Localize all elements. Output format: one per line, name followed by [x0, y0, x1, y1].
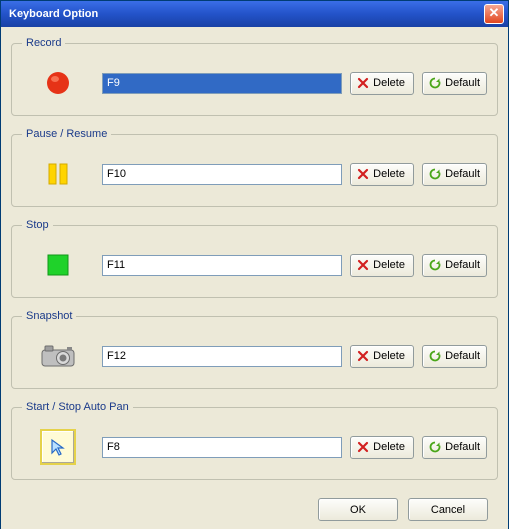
icon-cell	[22, 247, 94, 283]
pause-delete-button[interactable]: Delete	[350, 163, 414, 186]
stop-delete-button[interactable]: Delete	[350, 254, 414, 277]
group-autopan: Start / Stop Auto Pan Delete Default	[11, 401, 498, 480]
group-snapshot-legend: Snapshot	[22, 310, 76, 322]
delete-x-icon	[357, 350, 369, 362]
btn-label: Delete	[373, 441, 405, 453]
delete-x-icon	[357, 168, 369, 180]
icon-cell	[22, 65, 94, 101]
group-record-legend: Record	[22, 37, 65, 49]
btn-label: Delete	[373, 168, 405, 180]
record-hotkey-input[interactable]	[102, 73, 342, 94]
dialog-client: Record Delete Default Pause / Resume	[1, 27, 508, 529]
btn-label: Delete	[373, 259, 405, 271]
refresh-icon	[429, 168, 441, 180]
group-record: Record Delete Default	[11, 37, 498, 116]
icon-cell	[22, 338, 94, 374]
pause-hotkey-input[interactable]	[102, 164, 342, 185]
group-pause-legend: Pause / Resume	[22, 128, 111, 140]
close-button[interactable]: ✕	[484, 4, 504, 24]
btn-label: Default	[445, 350, 480, 362]
btn-label: Default	[445, 441, 480, 453]
stop-icon	[40, 247, 76, 283]
refresh-icon	[429, 77, 441, 89]
camera-icon	[40, 338, 76, 374]
icon-cell	[22, 156, 94, 192]
pause-default-button[interactable]: Default	[422, 163, 487, 186]
btn-label: Delete	[373, 77, 405, 89]
group-pause: Pause / Resume Delete Default	[11, 128, 498, 207]
row-record: Delete Default	[22, 65, 487, 101]
snapshot-delete-button[interactable]: Delete	[350, 345, 414, 368]
btn-label: Delete	[373, 350, 405, 362]
refresh-icon	[429, 259, 441, 271]
cancel-button[interactable]: Cancel	[408, 498, 488, 521]
icon-cell	[22, 429, 94, 465]
row-stop: Delete Default	[22, 247, 487, 283]
stop-default-button[interactable]: Default	[422, 254, 487, 277]
record-default-button[interactable]: Default	[422, 72, 487, 95]
delete-x-icon	[357, 259, 369, 271]
record-icon	[40, 65, 76, 101]
group-stop: Stop Delete Default	[11, 219, 498, 298]
autopan-default-button[interactable]: Default	[422, 436, 487, 459]
btn-label: Default	[445, 77, 480, 89]
autopan-hotkey-input[interactable]	[102, 437, 342, 458]
group-autopan-legend: Start / Stop Auto Pan	[22, 401, 133, 413]
btn-label: Default	[445, 168, 480, 180]
row-autopan: Delete Default	[22, 429, 487, 465]
snapshot-default-button[interactable]: Default	[422, 345, 487, 368]
group-snapshot: Snapshot Delete	[11, 310, 498, 389]
stop-hotkey-input[interactable]	[102, 255, 342, 276]
refresh-icon	[429, 350, 441, 362]
dialog-footer: OK Cancel	[11, 492, 498, 521]
refresh-icon	[429, 441, 441, 453]
snapshot-hotkey-input[interactable]	[102, 346, 342, 367]
record-delete-button[interactable]: Delete	[350, 72, 414, 95]
autopan-delete-button[interactable]: Delete	[350, 436, 414, 459]
cursor-icon	[40, 429, 76, 465]
delete-x-icon	[357, 441, 369, 453]
pause-icon	[40, 156, 76, 192]
row-snapshot: Delete Default	[22, 338, 487, 374]
row-pause: Delete Default	[22, 156, 487, 192]
window-title: Keyboard Option	[9, 8, 484, 20]
titlebar: Keyboard Option ✕	[1, 1, 508, 27]
delete-x-icon	[357, 77, 369, 89]
ok-button[interactable]: OK	[318, 498, 398, 521]
btn-label: Default	[445, 259, 480, 271]
group-stop-legend: Stop	[22, 219, 53, 231]
